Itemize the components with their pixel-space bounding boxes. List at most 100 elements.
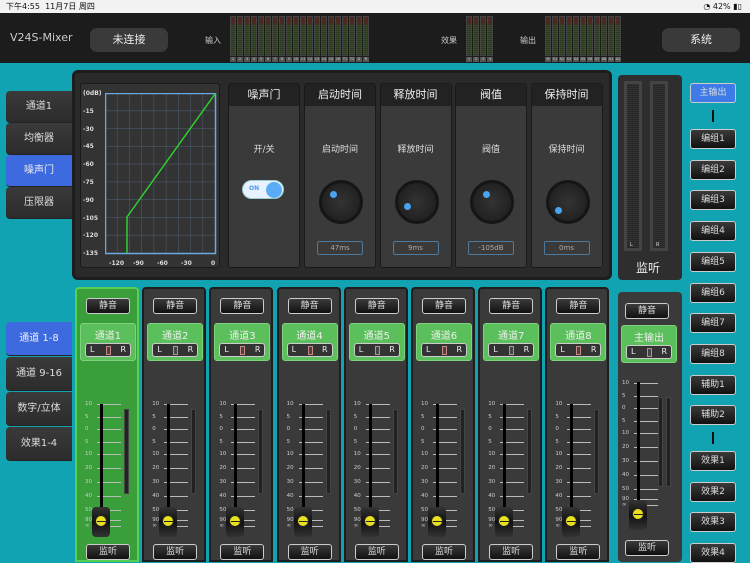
mute-button[interactable]: 静音 [153,298,198,314]
pan-knob[interactable] [442,346,447,355]
fader-thumb[interactable] [159,507,178,537]
side-tab[interactable]: 均衡器 [6,123,72,155]
fader-track[interactable] [234,404,238,514]
pan-knob[interactable] [647,348,652,357]
param-value[interactable]: -105dB [468,241,514,255]
fader-thumb[interactable] [562,507,581,537]
bus-button[interactable]: 编组1 [690,129,736,149]
mute-button[interactable]: 静音 [220,298,265,314]
channel-name-box[interactable]: 通道7 L R [483,323,540,361]
side-tab[interactable]: 压限器 [6,187,72,219]
connect-button[interactable]: 未连接 [90,28,168,52]
bank-tab[interactable]: 通道 9-16 [6,357,72,391]
fader-thumb[interactable] [226,507,245,537]
fader-thumb[interactable] [495,507,514,537]
param-knob[interactable] [470,180,514,224]
channel-name-box[interactable]: 通道3 L R [214,323,271,361]
pan-knob[interactable] [307,346,313,355]
fader-track[interactable] [436,404,439,514]
fader-thumb[interactable] [428,507,446,537]
pan-control[interactable]: LR [353,343,400,357]
channel-name-box[interactable]: 通道1 L R [80,323,136,361]
fader-track[interactable] [167,404,171,514]
param-knob[interactable] [545,180,590,224]
channel-name-box[interactable]: 通道8 L R [550,323,607,361]
mute-button[interactable]: 静音 [354,298,399,314]
pan-knob[interactable] [374,346,380,355]
fader-track[interactable] [100,404,103,514]
bus-button[interactable]: 编组5 [690,251,736,272]
bus-button[interactable]: 编组6 [690,282,736,303]
listen-button[interactable]: 监听 [422,544,466,560]
bus-button[interactable]: 辅助1 [690,374,736,395]
bus-button[interactable]: 编组2 [690,159,736,180]
system-button[interactable]: 系统 [662,28,740,52]
param-value[interactable]: 47ms [317,241,363,255]
bus-button[interactable]: 编组7 [690,313,736,334]
pan-knob[interactable] [576,346,582,355]
gate-on-off-toggle[interactable]: ON [242,180,284,199]
master-fader-thumb[interactable] [629,500,647,530]
fader-track[interactable] [368,404,372,514]
pan-control[interactable]: LR [421,343,467,357]
bus-button[interactable]: 辅助2 [690,405,736,426]
channel-name-box[interactable]: 通道4 L R [281,323,338,361]
right-main-output-button[interactable]: 主输出 [690,83,736,103]
pan-control[interactable]: LR [85,343,131,357]
bank-tab[interactable]: 通道 1-8 [6,322,72,356]
fx-bus-button[interactable]: 效果1 [690,451,736,471]
fader-thumb[interactable] [360,507,379,537]
master-listen-button[interactable]: 监听 [625,540,669,556]
pan-knob[interactable] [240,346,246,355]
bank-tab[interactable]: 效果1-4 [6,427,72,461]
side-tab[interactable]: 通道1 [6,91,72,123]
status-bar: 下午4:55 11月7日 周四 ◔ 42% ▮▯ [0,0,750,13]
fader-scale-tick: 20 [622,444,662,450]
pan-control[interactable]: LR [286,343,333,357]
mute-button[interactable]: 静音 [86,298,130,314]
pan-knob[interactable] [509,346,515,355]
tick-label: 40 [85,493,92,499]
side-tab[interactable]: 噪声门 [6,155,72,187]
listen-button[interactable]: 监听 [220,544,265,560]
channel-name-box[interactable]: 通道5 L R [348,323,405,361]
mute-button[interactable]: 静音 [489,298,534,314]
param-value[interactable]: 0ms [543,241,590,255]
channel-name-box[interactable]: 通道6 L R [416,323,472,361]
param-knob[interactable] [319,180,363,224]
listen-button[interactable]: 监听 [153,544,198,560]
listen-button[interactable]: 监听 [86,544,130,560]
channel-name-box[interactable]: 通道2 L R [147,323,204,361]
master-mute-button[interactable]: 静音 [625,303,669,319]
pan-control[interactable]: LR [219,343,266,357]
listen-button[interactable]: 监听 [489,544,534,560]
bus-button[interactable]: 编组4 [690,221,736,242]
listen-button[interactable]: 监听 [556,544,601,560]
fader-track[interactable] [570,404,574,514]
fader-track[interactable] [503,404,507,514]
fx-bus-button[interactable]: 效果2 [690,481,736,502]
pan-knob[interactable] [106,346,111,355]
tick-label: 0 [219,426,223,432]
listen-button[interactable]: 监听 [354,544,399,560]
pan-control[interactable]: LR [488,343,535,357]
pan-control[interactable]: LR [555,343,602,357]
pan-knob[interactable] [173,346,179,355]
bus-button[interactable]: 编组3 [690,190,736,211]
param-knob[interactable] [394,180,439,224]
pan-control[interactable]: LR [152,343,199,357]
master-pan[interactable]: LR [626,345,672,359]
listen-button[interactable]: 监听 [287,544,332,560]
mute-button[interactable]: 静音 [422,298,466,314]
fader-thumb[interactable] [92,507,110,537]
bank-tab[interactable]: 数字/立体 [6,392,72,426]
fader-thumb[interactable] [293,507,312,537]
bus-button[interactable]: 编组8 [690,343,736,364]
fader-track[interactable] [301,404,305,514]
param-value[interactable]: 9ms [392,241,439,255]
mute-button[interactable]: 静音 [287,298,332,314]
master-fader-track[interactable] [637,382,640,502]
fx-bus-button[interactable]: 效果4 [690,542,736,563]
fx-bus-button[interactable]: 效果3 [690,512,736,532]
mute-button[interactable]: 静音 [556,298,601,314]
